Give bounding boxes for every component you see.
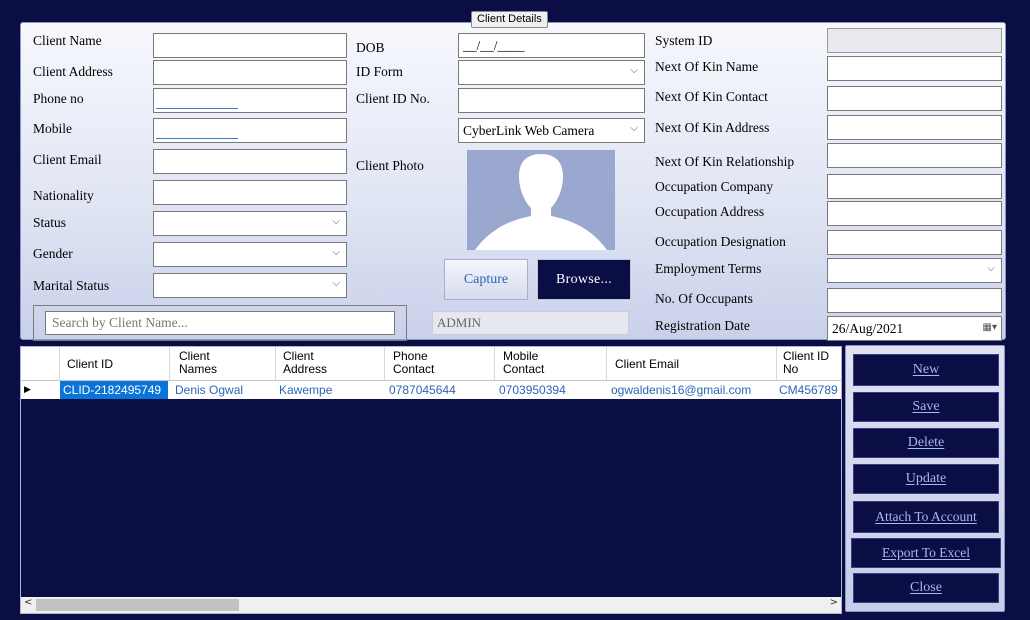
label-gender: Gender [33, 246, 73, 261]
chevron-down-icon: ⌵ [332, 278, 340, 289]
label-next-of-kin-relationship: Next Of Kin Relationship [655, 154, 795, 169]
client-photo [467, 150, 615, 250]
label-client-photo: Client Photo [356, 158, 424, 173]
scroll-right-icon[interactable]: > [830, 597, 838, 608]
marital-status-select[interactable]: ⌵ [153, 273, 347, 298]
delete-button[interactable]: Delete [853, 428, 999, 458]
person-silhouette-icon [467, 150, 615, 250]
camera-select[interactable]: CyberLink Web Camera ⌵ [458, 118, 645, 143]
label-client-address: Client Address [33, 64, 113, 79]
phone-no-input[interactable] [153, 88, 347, 113]
system-id-input[interactable] [827, 28, 1002, 53]
label-dob: DOB [356, 40, 385, 55]
user-field: ADMIN [432, 311, 629, 335]
camera-value: CyberLink Web Camera [463, 123, 595, 138]
id-form-select[interactable]: ⌵ [458, 60, 645, 85]
gender-select[interactable]: ⌵ [153, 242, 347, 267]
dob-input[interactable]: __/__/____ [458, 33, 645, 58]
label-nationality: Nationality [33, 188, 94, 203]
chevron-down-icon: ⌵ [630, 65, 638, 76]
status-select[interactable]: ⌵ [153, 211, 347, 236]
cell-client-names[interactable]: Denis Ogwal [175, 383, 243, 397]
chevron-down-icon: ⌵ [332, 247, 340, 258]
next-of-kin-contact-input[interactable] [827, 86, 1002, 111]
cell-client-id[interactable]: CLID-2182495749 [63, 383, 161, 397]
label-occupation-designation: Occupation Designation [655, 234, 786, 249]
column-header[interactable]: Mobile Contact [503, 350, 544, 376]
label-registration-date: Registration Date [655, 318, 750, 333]
cell-mobile-contact[interactable]: 0703950394 [499, 383, 566, 397]
chevron-down-icon: ⌵ [332, 216, 340, 227]
client-name-input[interactable] [153, 33, 347, 58]
cell-client-id-no[interactable]: CM456789 [779, 383, 841, 397]
label-next-of-kin-address: Next Of Kin Address [655, 120, 770, 135]
group-title: Client Details [471, 11, 548, 28]
occupation-designation-input[interactable] [827, 230, 1002, 255]
client-address-input[interactable] [153, 60, 347, 85]
attach-to-account-button[interactable]: Attach To Account [853, 501, 999, 533]
client-email-input[interactable] [153, 149, 347, 174]
column-header[interactable]: Client ID No [783, 350, 829, 376]
next-of-kin-name-input[interactable] [827, 56, 1002, 81]
new-button[interactable]: New [853, 354, 999, 386]
label-next-of-kin-name: Next Of Kin Name [655, 59, 759, 74]
label-client-email: Client Email [33, 152, 102, 167]
cell-phone-contact[interactable]: 0787045644 [389, 383, 456, 397]
row-selector-icon: ▶ [24, 384, 31, 394]
label-occupation-address: Occupation Address [655, 204, 765, 219]
column-header[interactable]: Client Names [179, 350, 217, 376]
cell-client-email[interactable]: ogwaldenis16@gmail.com [611, 383, 751, 397]
label-occupation-company: Occupation Company [655, 179, 774, 194]
label-id-form: ID Form [356, 64, 403, 79]
label-employment-terms: Employment Terms [655, 261, 762, 276]
search-input[interactable]: Search by Client Name... [45, 311, 395, 335]
chevron-down-icon: ⌵ [987, 263, 995, 274]
next-of-kin-address-input[interactable] [827, 115, 1002, 140]
save-button[interactable]: Save [853, 392, 999, 422]
label-mobile: Mobile [33, 121, 72, 136]
employment-terms-select[interactable]: ⌵ [827, 258, 1002, 283]
no-of-occupants-input[interactable] [827, 288, 1002, 313]
close-button[interactable]: Close [853, 573, 999, 603]
next-of-kin-relationship-input[interactable] [827, 143, 1002, 168]
registration-date-picker[interactable]: 26/Aug/2021 ▦▾ [827, 316, 1002, 341]
label-client-name: Client Name [33, 33, 102, 48]
label-marital-status: Marital Status [33, 278, 110, 293]
column-header[interactable]: Phone Contact [393, 350, 434, 376]
label-client-id-no: Client ID No. [356, 91, 430, 106]
nationality-input[interactable] [153, 180, 347, 205]
column-header[interactable]: Client Address [283, 350, 327, 376]
mobile-input[interactable] [153, 118, 347, 143]
action-panel: New Save Delete Update Attach To Account… [845, 345, 1005, 612]
label-system-id: System ID [655, 33, 713, 48]
registration-date-value: 26/Aug/2021 [832, 321, 904, 336]
capture-button[interactable]: Capture [444, 259, 528, 300]
label-status: Status [33, 215, 67, 230]
dob-mask: __/__/____ [463, 38, 525, 53]
mask-underline [156, 138, 238, 139]
grid-header: Client ID Client Names Client Address Phon… [21, 347, 841, 381]
scroll-left-icon[interactable]: < [24, 597, 32, 608]
scrollbar-thumb[interactable] [36, 599, 239, 611]
chevron-down-icon: ⌵ [628, 123, 638, 134]
table-row[interactable]: ▶ CLID-2182495749 Denis Ogwal Kawempe 07… [21, 381, 841, 399]
label-next-of-kin-contact: Next Of Kin Contact [655, 89, 768, 104]
column-header[interactable]: Client Email [615, 358, 679, 371]
client-id-no-input[interactable] [458, 88, 645, 113]
occupation-company-input[interactable] [827, 174, 1002, 199]
column-header[interactable]: Client ID [67, 358, 113, 371]
cell-client-address[interactable]: Kawempe [279, 383, 332, 397]
export-to-excel-button[interactable]: Export To Excel [851, 538, 1001, 568]
update-button[interactable]: Update [853, 464, 999, 494]
label-phone-no: Phone no [33, 91, 84, 106]
browse-button[interactable]: Browse... [537, 259, 631, 300]
calendar-icon[interactable]: ▦▾ [983, 322, 997, 333]
occupation-address-input[interactable] [827, 201, 1002, 226]
mask-underline [156, 108, 238, 109]
label-no-of-occupants: No. Of Occupants [655, 291, 753, 306]
